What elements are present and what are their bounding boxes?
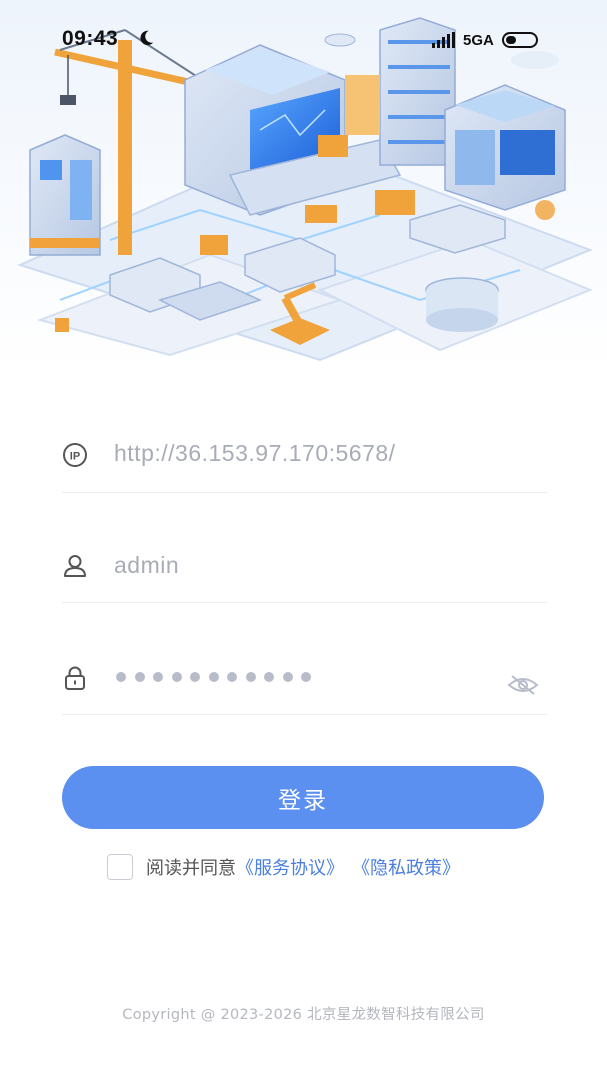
svg-text:IP: IP (70, 451, 80, 463)
status-bar: 09:43 5GA (0, 0, 607, 70)
password-dot (245, 672, 256, 682)
signal-icon (432, 32, 455, 48)
status-indicators: 5GA (432, 29, 538, 51)
agreement-text: 阅读并同意 (146, 858, 236, 879)
copyright-text: Copyright @ 2023-2026 北京星龙数智科技有限公司 (122, 1007, 485, 1023)
user-icon (64, 555, 86, 577)
lock-icon (65, 666, 85, 690)
password-dot (282, 672, 293, 682)
password-dot (264, 672, 274, 682)
login-button[interactable]: 登录 (62, 766, 544, 829)
password-dot (208, 672, 219, 682)
moon-icon (140, 30, 154, 46)
username-input[interactable]: admin (114, 552, 179, 579)
ip-icon: IP (63, 443, 87, 467)
service-agreement-link[interactable]: 《服务协议》 (236, 854, 344, 880)
password-dot (190, 672, 200, 682)
password-dot (153, 672, 163, 682)
username-field[interactable]: admin (62, 522, 547, 603)
password-dot (116, 672, 126, 682)
agreement-checkbox[interactable] (107, 854, 133, 880)
status-time: 09:43 (62, 27, 119, 50)
server-url-field[interactable]: IP http://36.153.97.170:5678/ (62, 412, 547, 493)
password-dot (301, 672, 311, 682)
eye-hidden-icon[interactable] (507, 674, 539, 696)
network-type: 5GA (463, 31, 494, 49)
server-url-input[interactable]: http://36.153.97.170:5678/ (114, 440, 396, 467)
password-field[interactable] (62, 634, 547, 715)
privacy-policy-link[interactable]: 《隐私政策》 (352, 854, 460, 880)
password-dot (134, 672, 145, 682)
password-dot (171, 672, 182, 682)
password-input[interactable] (116, 672, 311, 682)
password-dot (227, 672, 237, 682)
battery-icon (501, 32, 538, 48)
agreement-row: 阅读并同意 《服务协议》 《隐私政策》 (107, 853, 460, 881)
